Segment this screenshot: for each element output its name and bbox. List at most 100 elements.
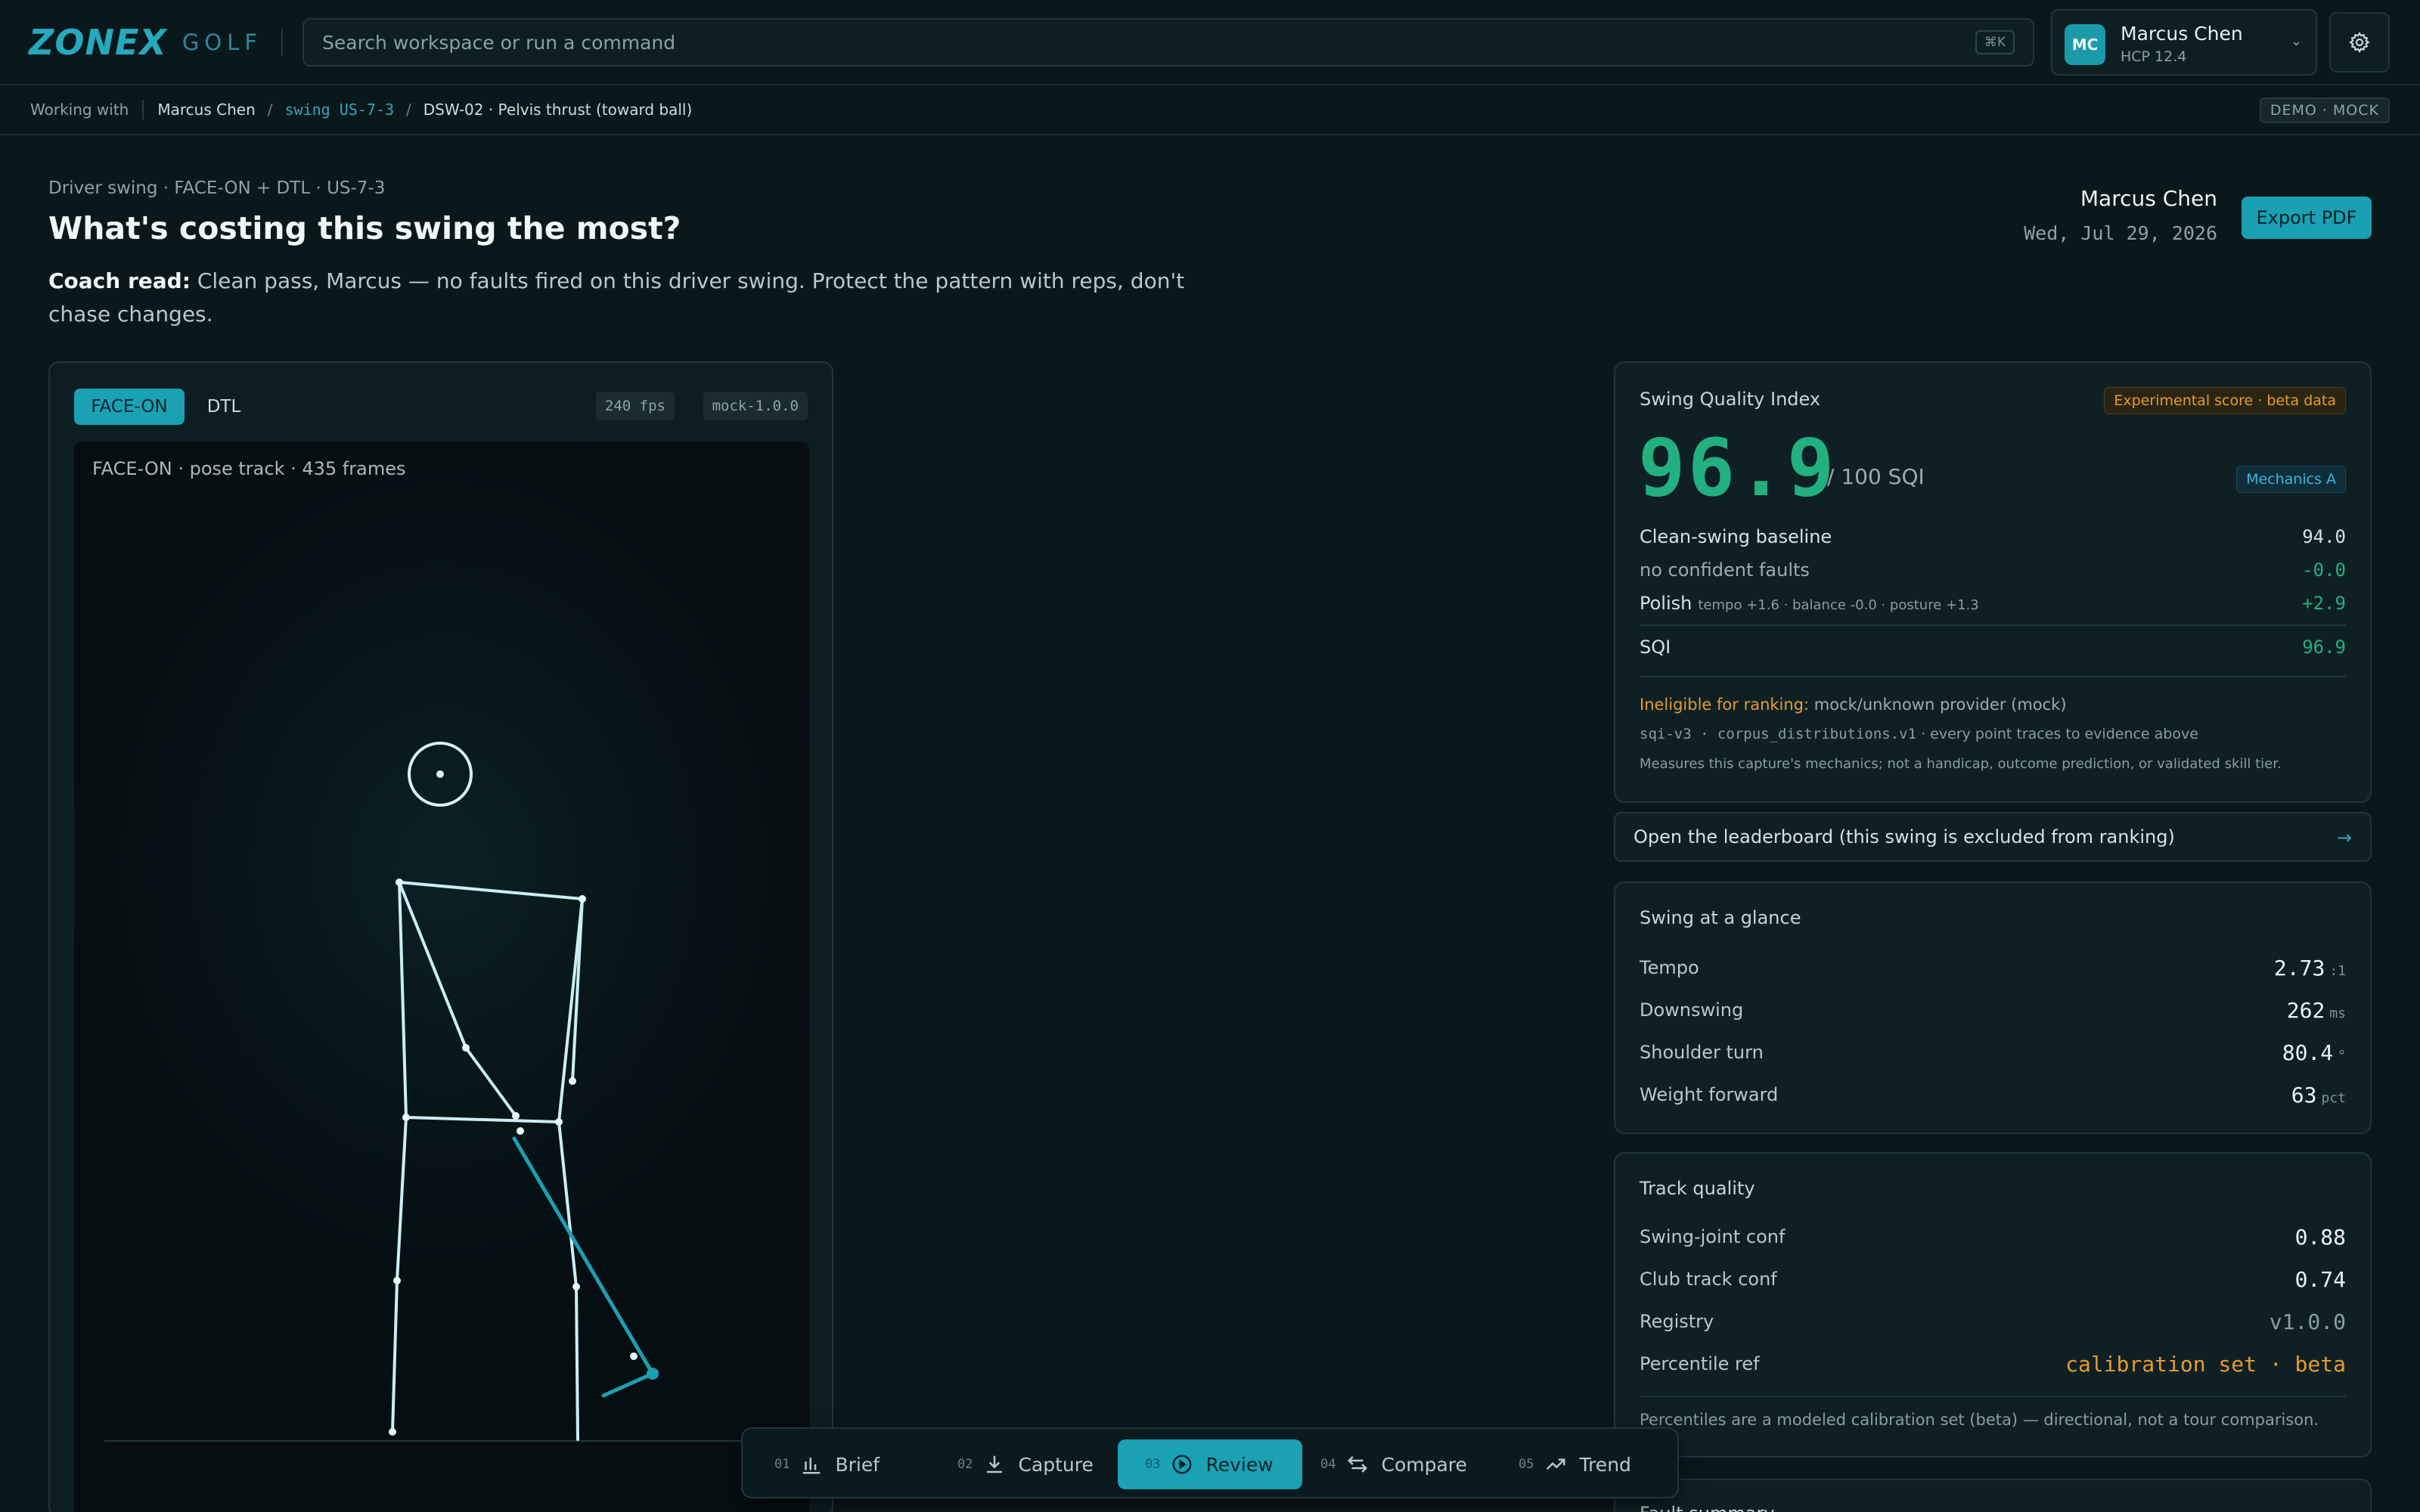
sqi-title: Swing Quality Index (1640, 389, 1821, 410)
sqi-total-value: 96.9 (2302, 637, 2346, 658)
metric-row: Weight forward 63 pct (1640, 1080, 2346, 1110)
breadcrumb-swing-link[interactable]: swing US-7-3 (285, 101, 395, 119)
joint-left-wrist (512, 1112, 520, 1120)
user-menu[interactable]: MC Marcus Chen HCP 12.4 ⌄ (2051, 9, 2317, 76)
club-head-marker (647, 1368, 659, 1380)
joint-club-mid (630, 1352, 638, 1360)
nav-label: Trend (1579, 1453, 1631, 1476)
breadcrumb-separator: / (267, 101, 273, 119)
trace-line: sqi-v3 · corpus_distributions.v1 · every… (1640, 726, 2198, 742)
logo-subtitle: GOLF (182, 29, 262, 55)
nav-label: Brief (835, 1453, 880, 1476)
fault-summary-card: Fault summary (1614, 1479, 2372, 1512)
ineligible-label: Ineligible for ranking: (1640, 696, 1810, 714)
metric-unit: :1 (2329, 962, 2346, 979)
percentile-note: Percentiles are a modeled calibration se… (1640, 1411, 2319, 1429)
app-logo[interactable]: ZONEX GOLF (29, 21, 262, 64)
sqi-row-label: no confident faults (1640, 559, 1810, 581)
trending-up-icon (1547, 1458, 1565, 1470)
demo-badge: DEMO · MOCK (2259, 98, 2390, 123)
track-label: Registry (1640, 1311, 1714, 1332)
ranking-eligibility: Ineligible for ranking: mock/unknown pro… (1640, 696, 2067, 714)
open-leaderboard-button[interactable]: Open the leaderboard (this swing is excl… (1614, 812, 2372, 862)
track-value: v1.0.0 (2269, 1309, 2346, 1334)
fps-chip: 240 fps (595, 392, 675, 420)
nav-label: Capture (1018, 1453, 1094, 1476)
nav-label: Compare (1381, 1453, 1467, 1476)
nav-capture[interactable]: 02 Capture (957, 1439, 1094, 1489)
tab-face-on[interactable]: FACE-ON (74, 389, 185, 425)
command-search-input[interactable]: Search workspace or run a command ⌘K (302, 18, 2034, 67)
sqi-total-label: SQI (1640, 637, 1671, 658)
joint-left-ankle (389, 1428, 396, 1436)
chevron-down-icon: ⌄ (2290, 33, 2302, 49)
metric-label: Weight forward (1640, 1084, 1779, 1105)
play-circle-icon (1172, 1455, 1192, 1474)
left-thigh (396, 1116, 408, 1282)
top-bar: ZONEX GOLF Search workspace or run a com… (0, 0, 2420, 85)
torso-right (557, 897, 584, 1123)
coach-read: Coach read: Clean pass, Marcus — no faul… (48, 265, 1198, 331)
user-name: Marcus Chen (2121, 23, 2243, 45)
divider (281, 29, 283, 56)
track-row: Registry v1.0.0 (1640, 1306, 2346, 1337)
joint-right-knee (572, 1283, 580, 1290)
metric-row: Tempo 2.73:1 (1640, 953, 2346, 983)
left-upper-arm (398, 881, 467, 1049)
metric-value-group: 262 ms (2287, 998, 2346, 1023)
page-title: What's costing this swing the most? (48, 210, 681, 246)
metric-unit: pct (2321, 1089, 2346, 1106)
breadcrumb-drill: DSW-02 · Pelvis thrust (toward ball) (423, 101, 693, 119)
metric-label: Downswing (1640, 999, 1744, 1021)
track-row: Swing-joint conf 0.88 (1640, 1222, 2346, 1252)
hip-line (405, 1116, 560, 1123)
pose-skeleton (104, 742, 785, 1442)
download-icon (987, 1455, 1003, 1473)
settings-button[interactable] (2329, 12, 2390, 73)
nav-trend[interactable]: 05 Trend (1519, 1439, 1647, 1489)
metric-unit: ° (2338, 1047, 2346, 1064)
header-date: Wed, Jul 29, 2026 (2024, 222, 2217, 244)
divider (142, 100, 144, 119)
coach-read-text: Clean pass, Marcus — no faults fired on … (48, 268, 1185, 327)
nav-label: Review (1205, 1453, 1274, 1476)
model-version-chip: mock-1.0.0 (703, 392, 808, 420)
nav-step-number: 02 (957, 1457, 973, 1472)
left-forearm (464, 1046, 517, 1117)
joint-left-hip (402, 1114, 410, 1121)
metric-row: Shoulder turn 80.4 ° (1640, 1037, 2346, 1067)
track-label: Percentile ref (1640, 1353, 1760, 1374)
metric-value-group: 80.4 ° (2282, 1040, 2346, 1065)
mechanics-grade-badge: Mechanics A (2236, 466, 2346, 493)
joint-right-wrist (517, 1127, 524, 1135)
joint-left-shoulder (396, 878, 403, 886)
divider (1640, 624, 2346, 626)
nav-brief[interactable]: 01 Brief (774, 1439, 904, 1489)
swing-glance-card: Swing at a glance Tempo 2.73:1 Downswing… (1614, 881, 2372, 1134)
joint-right-shoulder (579, 895, 586, 903)
nav-step-number: 01 (774, 1457, 790, 1472)
divider (1640, 1396, 2346, 1397)
export-pdf-button[interactable]: Export PDF (2242, 197, 2372, 239)
breadcrumb-player[interactable]: Marcus Chen (157, 101, 255, 119)
left-shin (391, 1279, 399, 1433)
breadcrumb-separator: / (406, 101, 411, 119)
club-shaft (512, 1136, 655, 1376)
nav-step-number: 05 (1519, 1457, 1534, 1472)
nav-review[interactable]: 03 Review (1118, 1439, 1302, 1489)
sqi-row-baseline: Clean-swing baseline 94.0 (1640, 522, 2346, 552)
nav-step-number: 04 (1320, 1457, 1336, 1472)
glance-title: Swing at a glance (1640, 907, 1801, 928)
nav-compare[interactable]: 04 Compare (1320, 1439, 1479, 1489)
sqi-row-label: Clean-swing baseline (1640, 526, 1832, 547)
pose-canvas[interactable]: FACE-ON · pose track · 435 frames (74, 442, 809, 1512)
metric-value: 63 (2291, 1082, 2317, 1108)
metric-label: Tempo (1640, 957, 1699, 978)
torso-left (398, 881, 408, 1119)
sqi-disclaimer: Measures this capture's mechanics; not a… (1640, 756, 2282, 772)
sqi-row-faults: no confident faults -0.0 (1640, 555, 2346, 585)
joint-right-elbow (569, 1077, 576, 1085)
tab-dtl[interactable]: DTL (194, 389, 254, 425)
shortcut-hint: ⌘K (1975, 30, 2015, 54)
track-title: Track quality (1640, 1178, 1755, 1199)
